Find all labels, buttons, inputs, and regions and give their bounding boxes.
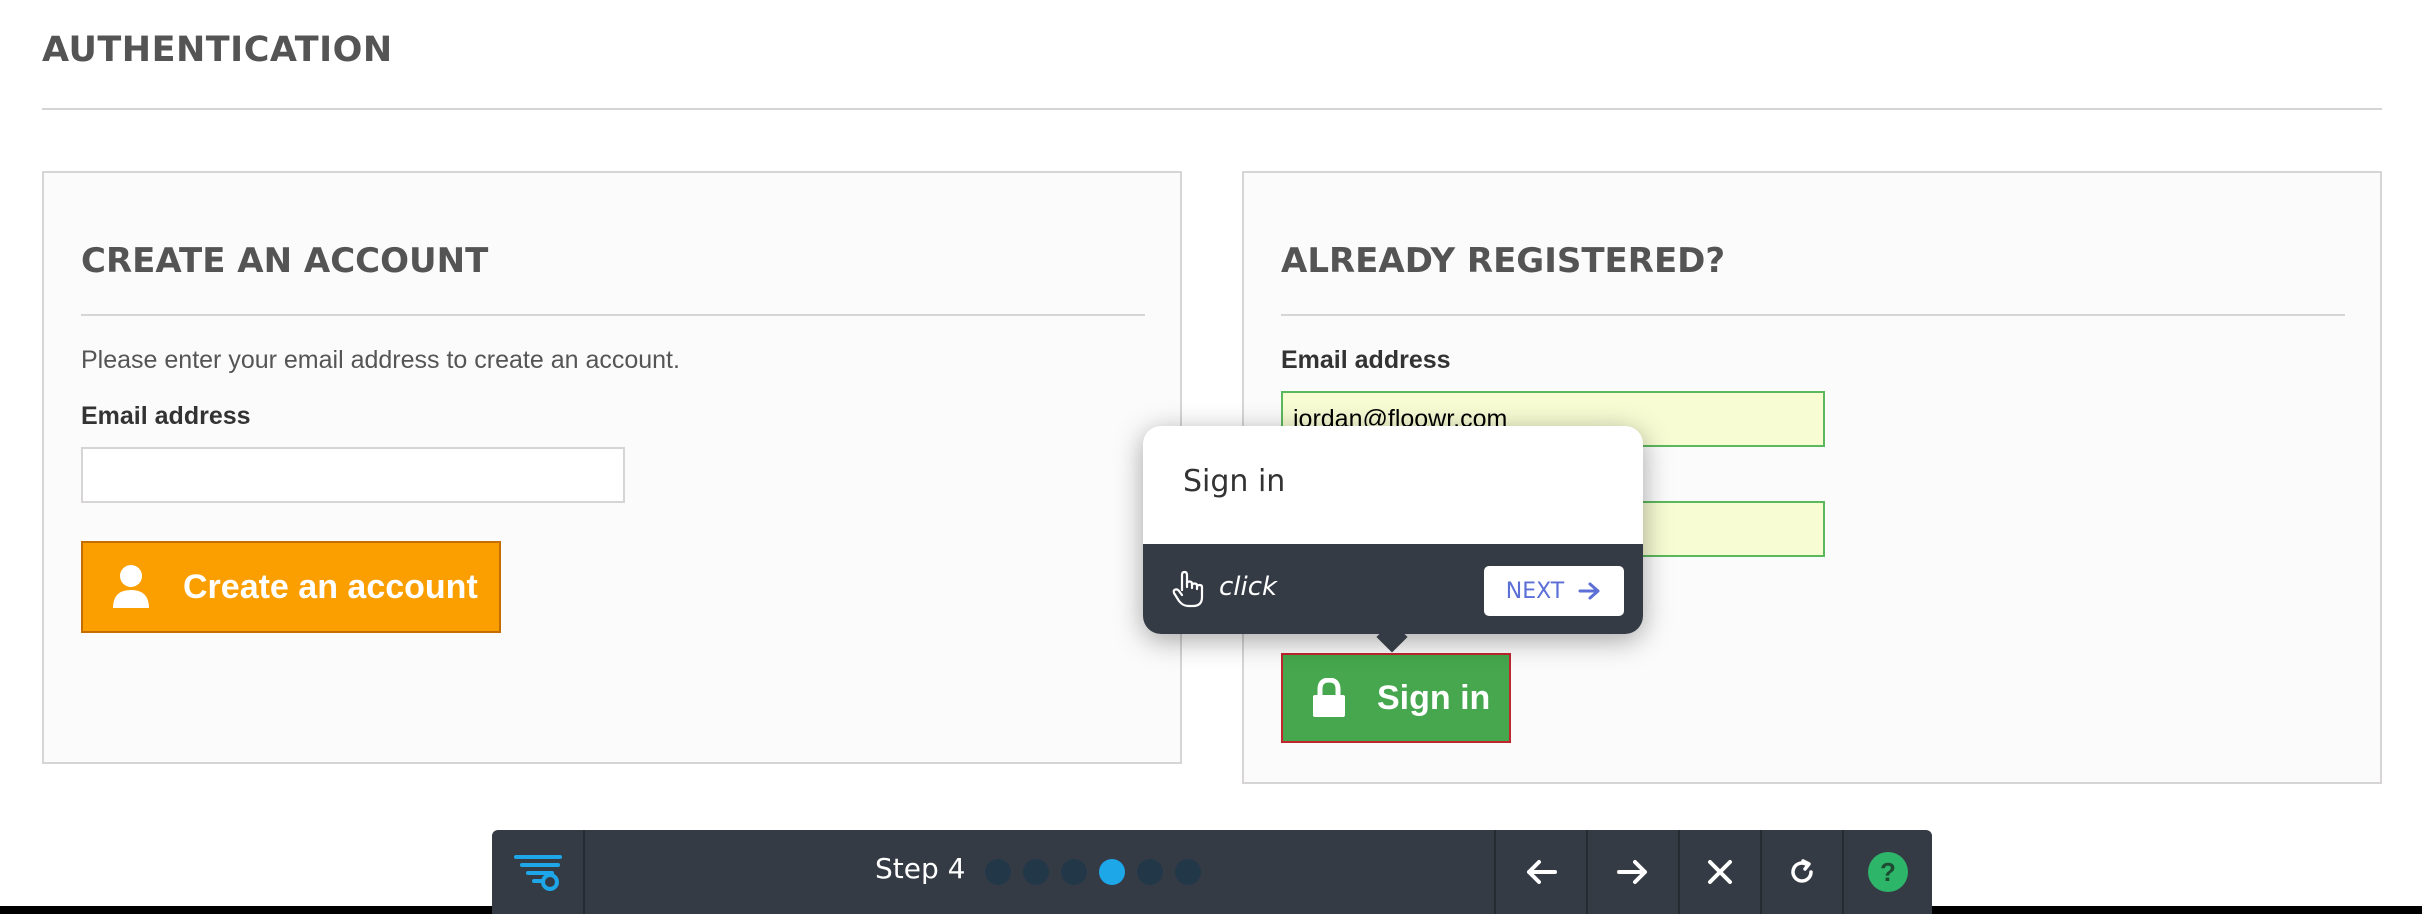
create-account-button[interactable]: Create an account xyxy=(81,541,501,633)
step-dot[interactable] xyxy=(1099,859,1125,885)
step-indicator: Step 4 xyxy=(875,852,966,885)
arrow-right-icon xyxy=(1617,860,1647,884)
step-dot[interactable] xyxy=(1061,859,1087,885)
create-account-intro: Please enter your email address to creat… xyxy=(81,346,680,374)
create-account-title: CREATE AN ACCOUNT xyxy=(81,241,489,281)
guide-toolbar: Step 4 ? xyxy=(492,830,1932,914)
login-email-label: Email address xyxy=(1281,346,1451,374)
step-dot[interactable] xyxy=(1023,859,1049,885)
next-step-button[interactable] xyxy=(1586,830,1678,914)
sign-in-button[interactable]: Sign in xyxy=(1281,653,1511,743)
tooltip-action-text: click xyxy=(1219,572,1278,602)
close-guide-button[interactable] xyxy=(1678,830,1760,914)
login-title: ALREADY REGISTERED? xyxy=(1281,241,1726,281)
page-heading: AUTHENTICATION xyxy=(42,30,393,70)
login-divider xyxy=(1281,314,2345,316)
lock-icon xyxy=(1311,677,1347,718)
step-progress-dots xyxy=(985,859,1201,885)
sign-in-button-label: Sign in xyxy=(1377,678,1491,717)
user-icon xyxy=(111,564,151,610)
refresh-icon xyxy=(1791,859,1813,883)
tooltip-footer: click NEXT xyxy=(1143,544,1643,634)
arrow-right-icon xyxy=(1578,582,1600,600)
help-icon: ? xyxy=(1868,852,1908,892)
step-dot[interactable] xyxy=(1175,859,1201,885)
restart-guide-button[interactable] xyxy=(1760,830,1842,914)
help-button[interactable]: ? xyxy=(1842,830,1932,914)
heading-divider xyxy=(42,108,2382,110)
guide-logo-icon[interactable] xyxy=(492,830,585,914)
tooltip-title: Sign in xyxy=(1183,464,1286,499)
next-label: NEXT xyxy=(1505,578,1565,604)
previous-step-button[interactable] xyxy=(1494,830,1586,914)
arrow-left-icon xyxy=(1527,860,1557,884)
create-account-divider xyxy=(81,314,1145,316)
create-account-panel: CREATE AN ACCOUNT Please enter your emai… xyxy=(42,171,1182,764)
create-account-button-label: Create an account xyxy=(183,567,478,606)
step-dot[interactable] xyxy=(985,859,1011,885)
step-dot[interactable] xyxy=(1137,859,1163,885)
create-email-label: Email address xyxy=(81,402,251,430)
create-email-input[interactable] xyxy=(81,447,625,503)
close-icon xyxy=(1708,860,1732,884)
tooltip-next-button[interactable]: NEXT xyxy=(1484,566,1624,616)
pointer-hand-icon xyxy=(1171,570,1205,608)
guide-tooltip: Sign in click NEXT xyxy=(1143,426,1643,653)
